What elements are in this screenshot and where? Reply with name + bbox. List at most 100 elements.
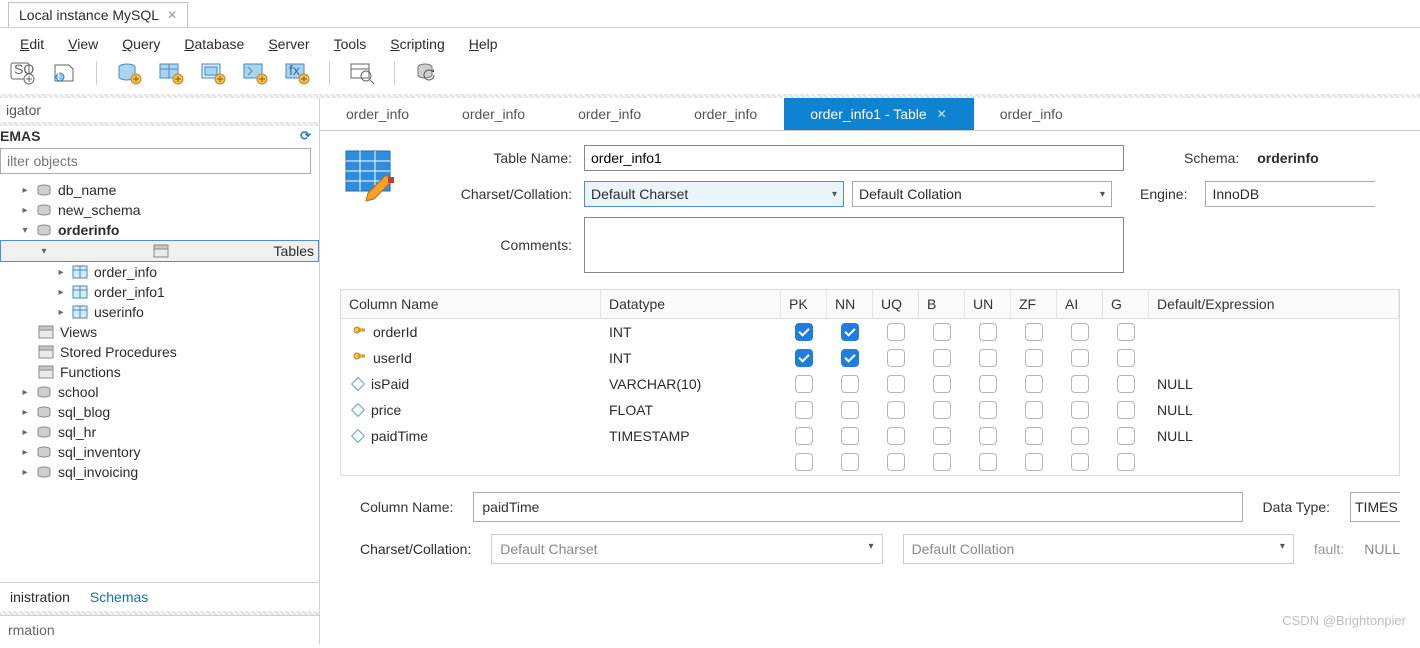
column-row[interactable]: priceFLOATNULL <box>341 397 1399 423</box>
checkbox[interactable] <box>841 453 859 471</box>
checkbox[interactable] <box>795 453 813 471</box>
col-header[interactable]: Column Name <box>341 290 601 318</box>
comments-input[interactable] <box>584 217 1124 273</box>
new-sql-tab-icon[interactable]: SQL <box>8 59 36 87</box>
checkbox[interactable] <box>979 453 997 471</box>
schema-add-icon[interactable] <box>115 59 143 87</box>
schema-tree[interactable]: ▸db_name▸new_schema▾orderinfo▾Tables▸ord… <box>0 178 319 582</box>
checkbox[interactable] <box>841 349 859 367</box>
menu-scripting[interactable]: Scripting <box>390 36 444 52</box>
checkbox[interactable] <box>1071 349 1089 367</box>
checkbox[interactable] <box>795 401 813 419</box>
col-header[interactable]: Datatype <box>601 290 781 318</box>
menu-tools[interactable]: Tools <box>334 36 367 52</box>
checkbox[interactable] <box>795 375 813 393</box>
refresh-icon[interactable]: ⟳ <box>300 128 311 144</box>
procedure-add-icon[interactable] <box>241 59 269 87</box>
column-row[interactable]: userIdINT <box>341 345 1399 371</box>
menu-view[interactable]: View <box>68 36 98 52</box>
menu-database[interactable]: Database <box>184 36 244 52</box>
db-sql_hr[interactable]: ▸sql_hr <box>0 422 319 442</box>
tab-administration[interactable]: inistration <box>0 583 80 611</box>
db-sql_inventory[interactable]: ▸sql_inventory <box>0 442 319 462</box>
open-sql-icon[interactable]: i <box>50 59 78 87</box>
checkbox[interactable] <box>1117 453 1135 471</box>
checkbox[interactable] <box>1025 323 1043 341</box>
table-order_info[interactable]: ▸order_info <box>0 262 319 282</box>
checkbox[interactable] <box>795 349 813 367</box>
connection-tab[interactable]: Local instance MySQL ✕ <box>8 2 188 27</box>
checkbox[interactable] <box>979 349 997 367</box>
checkbox[interactable] <box>1071 453 1089 471</box>
detail-colname-input[interactable] <box>473 492 1242 522</box>
detail-charset-select[interactable]: Default Charset▾ <box>491 534 882 564</box>
checkbox[interactable] <box>1071 375 1089 393</box>
col-header[interactable]: G <box>1103 290 1149 318</box>
checkbox[interactable] <box>887 375 905 393</box>
folder-views[interactable]: Views <box>0 322 319 342</box>
checkbox[interactable] <box>887 323 905 341</box>
checkbox[interactable] <box>1117 375 1135 393</box>
table-add-icon[interactable] <box>157 59 185 87</box>
col-header[interactable]: AI <box>1057 290 1103 318</box>
checkbox[interactable] <box>841 323 859 341</box>
close-icon[interactable]: ✕ <box>167 8 177 22</box>
db-sql_blog[interactable]: ▸sql_blog <box>0 402 319 422</box>
checkbox[interactable] <box>887 401 905 419</box>
checkbox[interactable] <box>841 427 859 445</box>
checkbox[interactable] <box>1025 427 1043 445</box>
editor-tab[interactable]: order_info <box>320 98 436 130</box>
view-add-icon[interactable] <box>199 59 227 87</box>
collation-select[interactable]: Default Collation▾ <box>852 181 1112 207</box>
col-header[interactable]: NN <box>827 290 873 318</box>
column-row-empty[interactable] <box>341 449 1399 475</box>
checkbox[interactable] <box>979 323 997 341</box>
menu-server[interactable]: Server <box>268 36 309 52</box>
close-icon[interactable]: ✕ <box>937 107 947 121</box>
checkbox[interactable] <box>979 427 997 445</box>
checkbox[interactable] <box>933 349 951 367</box>
db-new_schema[interactable]: ▸new_schema <box>0 200 319 220</box>
checkbox[interactable] <box>841 401 859 419</box>
col-header[interactable]: PK <box>781 290 827 318</box>
column-row[interactable]: isPaidVARCHAR(10)NULL <box>341 371 1399 397</box>
column-row[interactable]: paidTimeTIMESTAMPNULL <box>341 423 1399 449</box>
col-header[interactable]: Default/Expression <box>1149 290 1399 318</box>
detail-collation-select[interactable]: Default Collation▾ <box>903 534 1294 564</box>
checkbox[interactable] <box>1025 453 1043 471</box>
tab-schemas[interactable]: Schemas <box>80 583 158 611</box>
checkbox[interactable] <box>933 375 951 393</box>
menu-query[interactable]: Query <box>122 36 160 52</box>
detail-datatype-value[interactable]: TIMES <box>1350 492 1400 522</box>
folder-stored-procedures[interactable]: Stored Procedures <box>0 342 319 362</box>
charset-select[interactable]: Default Charset▾ <box>584 181 844 207</box>
db-orderinfo[interactable]: ▾orderinfo <box>0 220 319 240</box>
checkbox[interactable] <box>1071 401 1089 419</box>
checkbox[interactable] <box>1025 401 1043 419</box>
checkbox[interactable] <box>1025 375 1043 393</box>
checkbox[interactable] <box>887 349 905 367</box>
table-name-input[interactable] <box>584 145 1124 171</box>
db-db_name[interactable]: ▸db_name <box>0 180 319 200</box>
checkbox[interactable] <box>1117 401 1135 419</box>
editor-tab[interactable]: order_info <box>552 98 668 130</box>
checkbox[interactable] <box>1117 427 1135 445</box>
checkbox[interactable] <box>979 375 997 393</box>
checkbox[interactable] <box>795 427 813 445</box>
column-row[interactable]: orderIdINT <box>341 319 1399 345</box>
col-header[interactable]: B <box>919 290 965 318</box>
checkbox[interactable] <box>795 323 813 341</box>
editor-tab[interactable]: order_info <box>974 98 1090 130</box>
checkbox[interactable] <box>1117 323 1135 341</box>
checkbox[interactable] <box>933 323 951 341</box>
checkbox[interactable] <box>933 401 951 419</box>
menu-help[interactable]: Help <box>469 36 498 52</box>
reconnect-icon[interactable] <box>413 59 441 87</box>
db-school[interactable]: ▸school <box>0 382 319 402</box>
search-table-icon[interactable] <box>348 59 376 87</box>
checkbox[interactable] <box>1025 349 1043 367</box>
checkbox[interactable] <box>887 453 905 471</box>
engine-select[interactable]: InnoDB <box>1205 181 1375 207</box>
table-order_info1[interactable]: ▸order_info1 <box>0 282 319 302</box>
checkbox[interactable] <box>1071 427 1089 445</box>
